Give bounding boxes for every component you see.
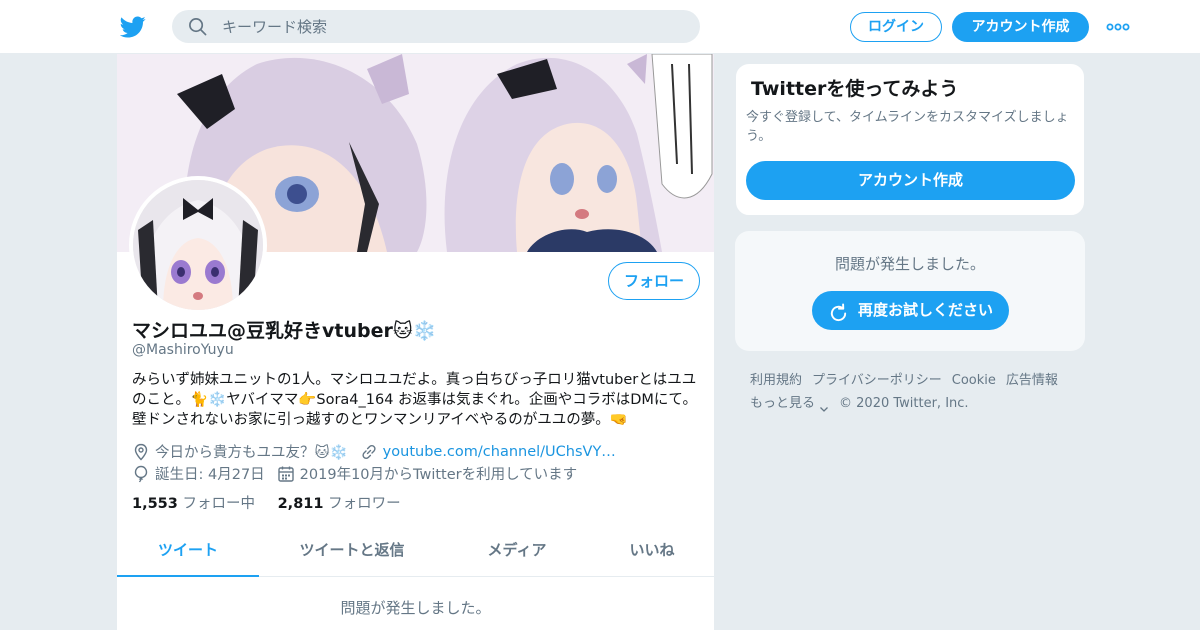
top-nav: ログイン アカウント作成 [0,0,1200,54]
search-icon [188,17,207,36]
search-input[interactable] [222,10,682,43]
profile-column: フォロー マシロユユ@豆乳好きvtuber🐱❄️ @MashiroYuyu みら… [116,54,715,630]
calendar-icon [277,465,295,483]
profile-location: 今日から貴方もユユ友？🐱❄️ [155,445,348,461]
following-label: フォロー中 [182,496,255,512]
profile-avatar[interactable] [129,176,267,314]
location-pin-icon [132,443,150,461]
login-button[interactable]: ログイン [850,12,942,42]
profile-joined-date: 2019年10月からTwitterを利用しています [299,467,578,483]
following-link[interactable]: 1,553 フォロー中 [132,496,255,512]
followers-count: 2,811 [277,496,324,512]
profile-meta-row-1: 今日から貴方もユユ友？🐱❄️ youtube.com/channel/UChsV… [132,441,616,462]
sidebar-error-card: 問題が発生しました。 再度お試しください [735,231,1085,351]
balloon-icon [132,465,150,483]
profile-bio: みらいず姉妹ユニットの1人。マシロユユだよ。真っ白ちびっ子ロリ猫vtuberとは… [132,372,697,428]
profile-display-name: マシロユユ@豆乳好きvtuber🐱❄️ [132,320,437,342]
timeline-error-message: 問題が発生しました。 [340,599,491,617]
more-dots-icon[interactable] [1106,19,1130,35]
retry-button[interactable]: 再度お試しください [812,291,1009,330]
profile-tabs: ツイート ツイートと返信 メディア いいね [117,524,714,577]
link-icon [360,443,378,461]
followers-link[interactable]: 2,811 フォロワー [278,496,401,512]
followers-label: フォロワー [328,496,401,512]
profile-counts: 1,553 フォロー中 2,811 フォロワー [132,492,401,513]
profile-birthday: 誕生日: 4月27日 [155,467,265,483]
follow-button[interactable]: フォロー [608,262,700,300]
signup-button[interactable]: アカウント作成 [952,12,1089,42]
twitter-bird-icon[interactable] [119,14,146,40]
search-box[interactable] [172,10,700,43]
tab-tweets[interactable]: ツイート [117,524,259,577]
refresh-icon [828,300,849,322]
retry-button-label: 再度お試しください [858,301,994,319]
profile-url-link[interactable]: youtube.com/channel/UChsVY… [383,444,616,460]
following-count: 1,553 [132,496,178,512]
signup-card-text: 今すぐ登録して、タイムラインをカスタマイズしましょう。 [746,110,1069,144]
tab-likes[interactable]: いいね [617,524,687,577]
footer-link-privacy[interactable]: プライバシーポリシー [812,373,942,388]
signup-card-button[interactable]: アカウント作成 [746,161,1075,200]
footer-link-cookie[interactable]: Cookie [952,373,996,388]
sidebar-error-message: 問題が発生しました。 [834,255,985,273]
tab-media[interactable]: メディア [467,524,567,577]
footer-link-terms[interactable]: 利用規約 [750,373,802,388]
footer-copyright: © 2020 Twitter, Inc. [839,396,969,411]
tab-tweets-and-replies[interactable]: ツイートと返信 [280,524,424,577]
signup-card-title: Twitterを使ってみよう [751,78,959,100]
sidebar-footer: 利用規約 プライバシーポリシー Cookie 広告情報 もっと見る © 2020 Twi… [750,369,1080,415]
footer-more-link[interactable]: もっと見る [750,396,815,411]
signup-card: Twitterを使ってみよう 今すぐ登録して、タイムラインをカスタマイズしましょ… [735,63,1085,216]
profile-meta-row-2: 誕生日: 4月27日 2019年10月からTwitterを利用しています [132,463,577,484]
profile-handle[interactable]: @MashiroYuyu [132,342,234,358]
footer-link-ads[interactable]: 広告情報 [1006,373,1058,388]
chevron-down-icon[interactable] [819,399,829,412]
